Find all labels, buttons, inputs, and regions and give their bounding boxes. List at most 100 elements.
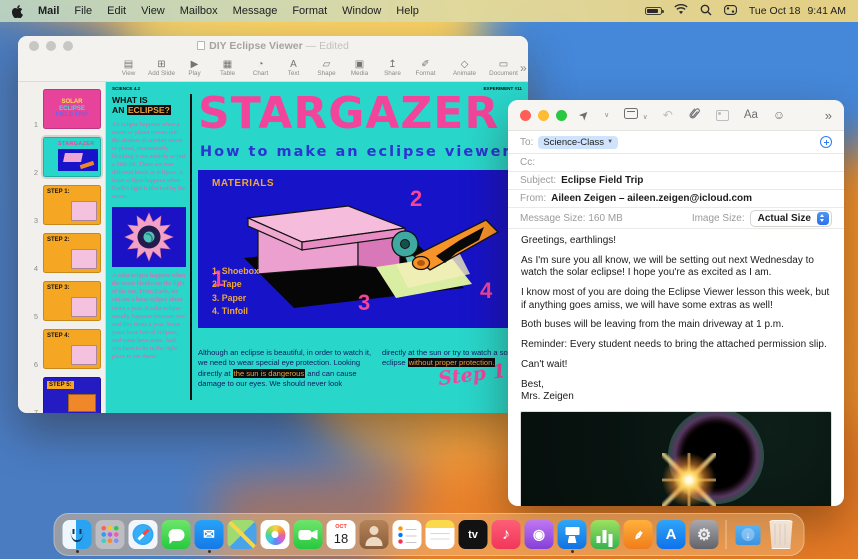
dock-maps-icon[interactable] xyxy=(227,516,258,553)
eclipse-photo-attachment[interactable] xyxy=(520,410,832,506)
toolbar-play[interactable]: ▶ Play xyxy=(178,59,211,77)
toolbar-table[interactable]: ▦ Table xyxy=(211,59,244,77)
dock-podcasts-icon[interactable] xyxy=(524,516,555,553)
from-field[interactable]: From: Aileen Zeigen – aileen.zeigen@iclo… xyxy=(508,190,844,208)
minimize-button[interactable] xyxy=(538,109,549,121)
dock-trash-icon[interactable] xyxy=(766,516,797,553)
toolbar-text[interactable]: A Text xyxy=(277,59,310,77)
body-paragraph: Best, Mrs. Zeigen xyxy=(521,378,574,403)
slide-thumbnail-5[interactable]: STEP 3: xyxy=(41,279,103,323)
shape-icon: ▱ xyxy=(322,58,331,70)
dock-music-icon[interactable] xyxy=(491,516,522,553)
dock-downloads-icon[interactable] xyxy=(733,516,764,553)
slide-thumbnail-7[interactable]: STEP 5: xyxy=(41,375,103,413)
send-options-chevron-icon[interactable]: ∨ xyxy=(604,111,609,119)
toolbar-add-slide[interactable]: ⊞ Add Slide xyxy=(145,59,178,77)
share-icon: ↥ xyxy=(388,58,397,70)
search-icon[interactable] xyxy=(700,4,712,19)
dock-launchpad-icon[interactable] xyxy=(95,516,126,553)
document-proxy-icon xyxy=(197,41,206,50)
dock xyxy=(53,513,805,556)
toolbar-media[interactable]: ▣ Media xyxy=(343,59,376,77)
dock-calendar-icon[interactable] xyxy=(326,516,357,553)
dock-keynote-icon[interactable] xyxy=(557,516,588,553)
slide-canvas[interactable]: SCIENCE 4.2 EXPERIMENT #11 WHAT IS AN EC… xyxy=(106,82,528,413)
menu-bar-clock[interactable]: Tue Oct 18 9:41 AM xyxy=(749,5,846,17)
dock-mail-icon[interactable] xyxy=(194,516,225,553)
image-size-select[interactable]: Actual Size xyxy=(749,209,832,227)
menu-mail[interactable]: Mail xyxy=(38,5,59,17)
contacts-app-icon xyxy=(359,520,389,549)
dock-notes-icon[interactable] xyxy=(425,516,456,553)
thumb-step-label: STEP 1: xyxy=(47,189,70,195)
dock-finder-icon[interactable] xyxy=(62,516,93,553)
menu-window[interactable]: Window xyxy=(342,5,381,17)
slide-thumbnail-4[interactable]: STEP 2: xyxy=(41,231,103,275)
thumb-step-label: STEP 4: xyxy=(47,333,70,339)
dock-safari-icon[interactable] xyxy=(128,516,159,553)
finder-app-icon xyxy=(62,520,92,549)
emoji-icon[interactable]: ☺ xyxy=(773,109,785,121)
attach-icon[interactable] xyxy=(688,106,701,125)
dock-contacts-icon[interactable] xyxy=(359,516,390,553)
cc-field[interactable]: Cc: xyxy=(508,154,844,172)
toolbar-shape[interactable]: ▱ Shape xyxy=(310,59,343,77)
toolbar-view[interactable]: ▤ View xyxy=(112,59,145,77)
header-fields-icon[interactable]: ∨ xyxy=(624,106,648,124)
menu-bar-time: 9:41 AM xyxy=(807,5,846,17)
slide-thumbnail-2[interactable]: STARGAZER xyxy=(41,135,103,179)
menu-format[interactable]: Format xyxy=(292,5,327,17)
dock-numbers-icon[interactable] xyxy=(590,516,621,553)
menu-view[interactable]: View xyxy=(141,5,165,17)
dock-settings-icon[interactable] xyxy=(689,516,720,553)
sun-illustration xyxy=(112,207,186,268)
toolbar-animate[interactable]: ◇ Animate xyxy=(448,59,481,77)
message-body[interactable]: Greetings, earthlings! As I'm sure you al… xyxy=(508,229,844,404)
image-size-label: Image Size: xyxy=(691,212,745,224)
toolbar-label: View xyxy=(121,69,136,77)
menu-help[interactable]: Help xyxy=(396,5,419,17)
dock-reminders-icon[interactable] xyxy=(392,516,423,553)
zoom-button[interactable] xyxy=(556,109,567,121)
slide-thumbnail-1[interactable]: SOLAR ECLIPSE FIELD TRIP xyxy=(41,87,103,131)
slide-thumbnail-3[interactable]: STEP 1: xyxy=(41,183,103,227)
subject-field[interactable]: Subject: Eclipse Field Trip xyxy=(508,172,844,190)
thumb-illustration xyxy=(71,297,97,317)
format-button[interactable]: Aa xyxy=(744,109,758,121)
recipient-token[interactable]: Science-Class ▼ xyxy=(538,135,619,149)
toolbar-chart[interactable]: ◔ Chart xyxy=(244,59,277,77)
thumb-text: ECLIPSE xyxy=(59,105,85,112)
control-center-icon[interactable] xyxy=(723,4,737,18)
dock-pages-icon[interactable] xyxy=(623,516,654,553)
menu-edit[interactable]: Edit xyxy=(107,5,126,17)
menu-message[interactable]: Message xyxy=(233,5,278,17)
dock-appstore-icon[interactable] xyxy=(656,516,687,553)
toolbar-document[interactable]: ▭ Document xyxy=(487,59,520,77)
keynote-titlebar[interactable]: DIY Eclipse Viewer — Edited xyxy=(18,36,528,56)
slide-number: 2 xyxy=(33,168,38,177)
wifi-icon[interactable] xyxy=(674,4,688,18)
slide-thumbnail-6[interactable]: STEP 4: xyxy=(41,327,103,371)
slide-thumb: STEP 4: xyxy=(43,329,101,369)
toolbar-overflow-icon[interactable]: » xyxy=(825,108,832,123)
send-icon[interactable]: ➤ xyxy=(576,106,593,123)
apple-menu-icon[interactable] xyxy=(12,4,23,18)
subject-value: Eclipse Field Trip xyxy=(561,175,644,186)
toolbar-share[interactable]: ↥ Share xyxy=(376,59,409,77)
downloads-app-icon xyxy=(734,520,763,549)
toolbar-label: Play xyxy=(188,69,201,77)
toolbar-format[interactable]: ✐ Format xyxy=(409,59,442,77)
dock-photos-icon[interactable] xyxy=(260,516,291,553)
dock-messages-icon[interactable] xyxy=(161,516,192,553)
menu-mailbox[interactable]: Mailbox xyxy=(180,5,218,17)
menu-file[interactable]: File xyxy=(74,5,92,17)
dock-appletv-icon[interactable] xyxy=(458,516,489,553)
toolbar-overflow-icon[interactable]: » xyxy=(520,61,527,75)
add-recipient-button[interactable] xyxy=(820,136,832,148)
dock-facetime-icon[interactable] xyxy=(293,516,324,553)
toolbar-label: Media xyxy=(350,69,369,77)
mail-titlebar[interactable]: ➤ ∨ ∨ ↶ Aa ☺ » xyxy=(508,100,844,131)
close-button[interactable] xyxy=(520,109,531,121)
thumb-sidebar xyxy=(46,141,55,173)
battery-icon[interactable] xyxy=(644,7,664,15)
